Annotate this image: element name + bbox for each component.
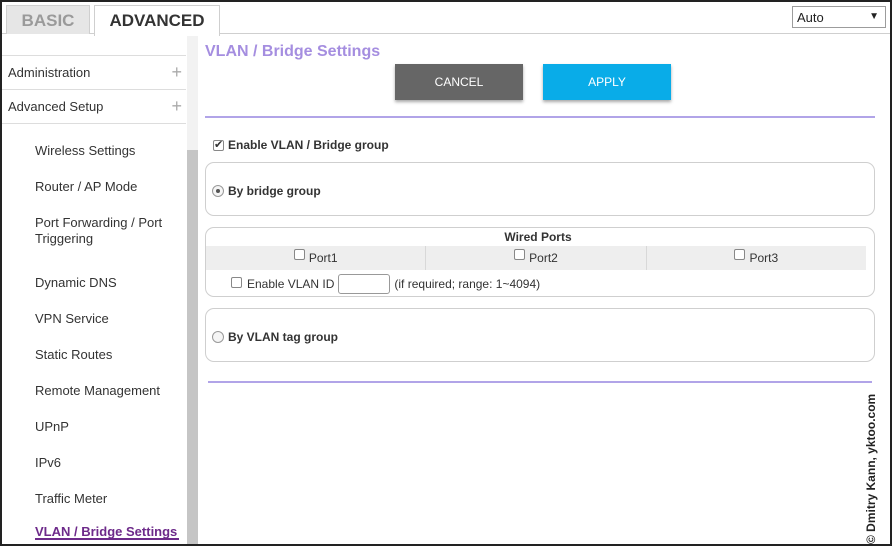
wired-ports-title: Wired Ports	[504, 230, 572, 244]
enable-vlan-id-row: Enable VLAN ID (if required; range: 1~40…	[231, 274, 540, 294]
language-select[interactable]: Auto ▼	[792, 6, 886, 28]
sidebar-item-upnp[interactable]: UPnP	[35, 419, 183, 435]
port-label: Port3	[749, 251, 779, 265]
watermark-text: © Dmitry Kann, yktoo.com	[864, 393, 878, 544]
enable-vlan-bridge-checkbox[interactable]	[213, 138, 224, 151]
wired-ports-table: Port1 Port2 Port3	[206, 246, 866, 270]
by-bridge-group-radio[interactable]	[212, 185, 224, 197]
sidebar-item-port-forwarding[interactable]: Port Forwarding / Port Triggering	[35, 215, 183, 247]
enable-vlan-id-label: Enable VLAN ID	[247, 277, 335, 291]
tab-basic[interactable]: BASIC	[6, 5, 90, 35]
divider	[208, 381, 872, 383]
port-cell: Port2	[426, 246, 647, 270]
sidebar: ▲ Administration + Advanced Setup + Wire…	[2, 34, 200, 544]
active-item-underline	[35, 538, 179, 540]
sidebar-scrollbar-thumb[interactable]	[187, 150, 198, 544]
sidebar-item-vpn-service[interactable]: VPN Service	[35, 311, 183, 327]
vlan-id-hint: (if required; range: 1~4094)	[394, 277, 541, 291]
vlan-tag-group-box: By VLAN tag group	[205, 308, 875, 362]
tab-advanced[interactable]: ADVANCED	[94, 5, 220, 36]
by-bridge-group-row: By bridge group	[212, 184, 321, 198]
sidebar-item-traffic-meter[interactable]: Traffic Meter	[35, 491, 183, 507]
port-label: Port2	[529, 251, 558, 265]
sidebar-item-dynamic-dns[interactable]: Dynamic DNS	[35, 275, 183, 291]
port1-checkbox[interactable]	[293, 248, 305, 260]
by-bridge-group-label: By bridge group	[228, 184, 321, 198]
main-content: VLAN / Bridge Settings CANCEL APPLY Enab…	[200, 34, 876, 544]
port-cell: Port3	[647, 246, 866, 270]
sidebar-item-remote-management[interactable]: Remote Management	[35, 383, 183, 399]
sidebar-section-advanced-setup[interactable]: Advanced Setup +	[2, 90, 186, 124]
port-label: Port1	[308, 251, 338, 265]
divider	[205, 116, 875, 118]
sidebar-item-partial[interactable]	[2, 34, 186, 56]
chevron-down-icon: ▼	[869, 11, 879, 22]
watermark: © Dmitry Kann, yktoo.com	[864, 78, 890, 544]
language-select-value: Auto	[797, 9, 824, 25]
vlan-id-input[interactable]	[338, 274, 391, 294]
sidebar-item-static-routes[interactable]: Static Routes	[35, 347, 183, 363]
sidebar-section-label: Advanced Setup	[8, 99, 104, 114]
sidebar-item-router-ap-mode[interactable]: Router / AP Mode	[35, 179, 183, 195]
port2-checkbox[interactable]	[514, 248, 526, 260]
expand-plus-icon[interactable]: +	[171, 96, 182, 117]
apply-button[interactable]: APPLY	[543, 64, 671, 100]
sidebar-section-label: Administration	[8, 65, 91, 80]
enable-vlan-bridge-label: Enable VLAN / Bridge group	[228, 138, 389, 152]
top-tab-bar: BASIC ADVANCED Auto ▼	[2, 2, 890, 36]
by-vlan-tag-group-row: By VLAN tag group	[212, 330, 338, 344]
by-vlan-tag-group-label: By VLAN tag group	[228, 330, 338, 344]
port-cell: Port1	[206, 246, 427, 270]
port3-checkbox[interactable]	[734, 248, 746, 260]
sidebar-item-ipv6[interactable]: IPv6	[35, 455, 183, 471]
wired-ports-box: Wired Ports Port1 Port2 Port3 Enable VLA…	[205, 227, 875, 297]
bridge-group-box: By bridge group	[205, 162, 875, 216]
enable-vlan-id-checkbox[interactable]	[231, 276, 242, 288]
page-title: VLAN / Bridge Settings	[205, 43, 381, 60]
sidebar-section-administration[interactable]: Administration +	[2, 56, 186, 90]
by-vlan-tag-group-radio[interactable]	[212, 331, 224, 343]
enable-vlan-bridge-row: Enable VLAN / Bridge group	[213, 138, 389, 152]
sidebar-item-wireless-settings[interactable]: Wireless Settings	[35, 143, 183, 159]
expand-plus-icon[interactable]: +	[171, 62, 182, 83]
cancel-button[interactable]: CANCEL	[395, 64, 523, 100]
